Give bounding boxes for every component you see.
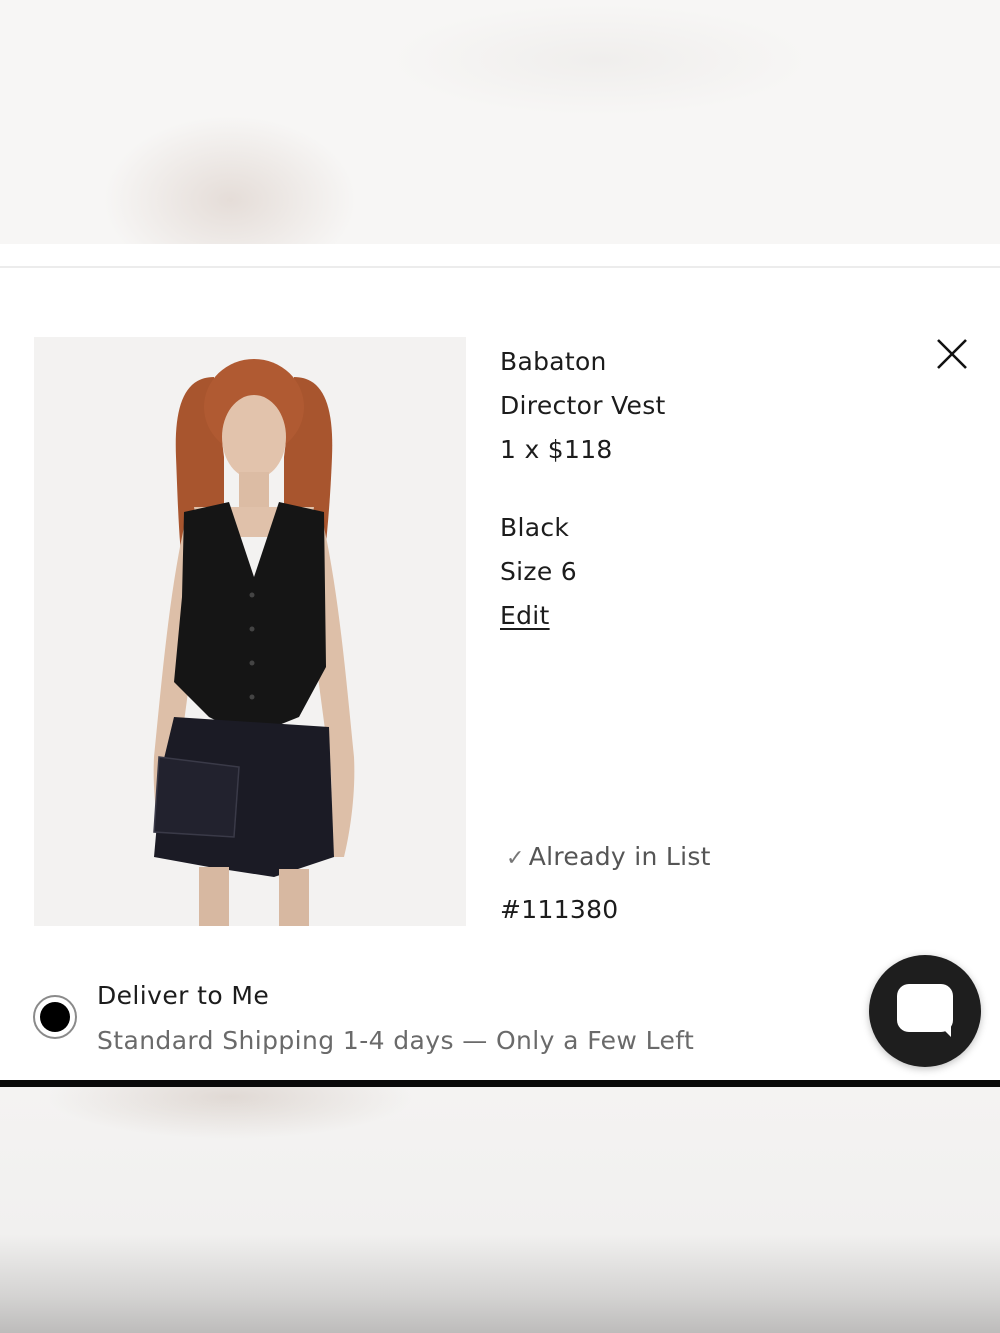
background-blur-top [0, 0, 1000, 244]
chat-icon-tail [937, 1023, 951, 1037]
item-size: Size 6 [500, 557, 577, 586]
product-photo [34, 337, 466, 926]
item-sku: #111380 [500, 895, 619, 924]
check-icon: ✓ [506, 846, 525, 871]
background-blur-bottom [0, 1087, 1000, 1333]
item-name: Director Vest [500, 391, 666, 420]
close-icon [937, 339, 967, 369]
delivery-option-title[interactable]: Deliver to Me [97, 981, 269, 1010]
item-color: Black [500, 513, 570, 542]
delivery-option-subtitle: Standard Shipping 1-4 days — Only a Few … [97, 1026, 695, 1055]
item-details: Babaton Director Vest 1 x $118 Black Siz… [500, 340, 666, 638]
sheet-top-edge [0, 244, 1000, 268]
close-button[interactable] [934, 336, 970, 372]
item-brand: Babaton [500, 347, 607, 376]
list-status: ✓ Already in List [506, 842, 711, 871]
divider [0, 1080, 1000, 1087]
edit-link[interactable]: Edit [500, 601, 550, 630]
cart-item-card: Babaton Director Vest 1 x $118 Black Siz… [0, 268, 1000, 1080]
item-quantity-price: 1 x $118 [500, 435, 613, 464]
radio-selected-dot [40, 1002, 70, 1032]
product-image[interactable] [34, 337, 466, 926]
list-status-label: Already in List [528, 842, 711, 871]
deliver-to-me-radio[interactable] [33, 995, 77, 1039]
chat-button[interactable] [869, 955, 981, 1067]
